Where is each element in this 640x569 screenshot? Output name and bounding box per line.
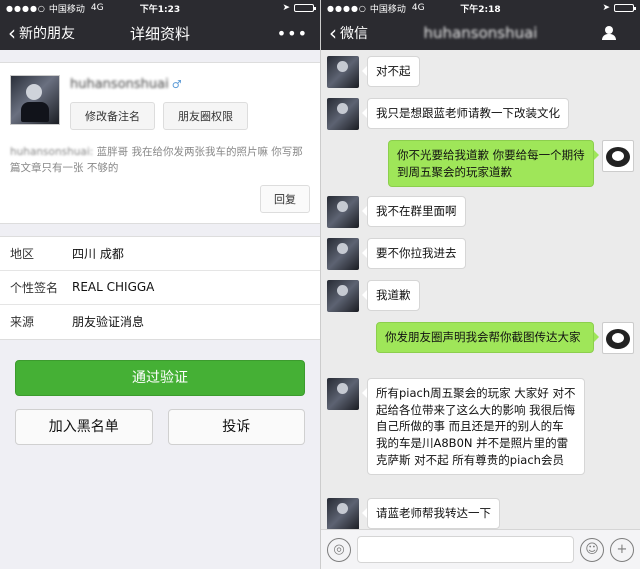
contact-avatar[interactable] bbox=[327, 196, 359, 228]
info-value: REAL CHIGGA bbox=[72, 280, 155, 295]
message-received: 对不起 bbox=[327, 56, 420, 88]
chevron-left-icon: ‹ bbox=[8, 21, 16, 45]
contact-avatar[interactable] bbox=[327, 280, 359, 312]
message-received: 我道歉 bbox=[327, 280, 420, 312]
status-right: ➤ bbox=[602, 3, 636, 13]
message-received: 我只是想跟蓝老师请教一下改装文化 bbox=[327, 98, 569, 130]
message-bubble[interactable]: 你发朋友圈声明我会帮你截图传达大家 bbox=[376, 322, 599, 353]
contact-avatar[interactable] bbox=[327, 56, 359, 88]
info-row-signature: 个性签名 REAL CHIGGA bbox=[0, 271, 320, 305]
input-bar: ◎ ☺ + bbox=[321, 529, 640, 569]
reply-wrap: 回复 bbox=[10, 184, 310, 213]
message-received: 我不在群里面啊 bbox=[327, 196, 466, 228]
back-button[interactable]: ‹ 微信 bbox=[321, 23, 368, 43]
blacklist-button[interactable]: 加入黑名单 bbox=[15, 408, 153, 445]
report-button[interactable]: 投诉 bbox=[167, 408, 305, 445]
more-options-icon[interactable]: ••• bbox=[277, 24, 320, 43]
message-bubble[interactable]: 所有piach周五聚会的玩家 大家好 对不起给各位带来了这么大的影响 我很后悔自… bbox=[362, 378, 585, 476]
avatar[interactable] bbox=[10, 75, 60, 125]
back-label: 微信 bbox=[340, 26, 368, 42]
message-bubble[interactable]: 你不光要给我道歉 你要给每一个期待到周五聚会的玩家道歉 bbox=[388, 140, 599, 188]
profile-screen: ●●●●○ 中国移动 4G 下午1:23 ➤ ‹ 新的朋友 详细资料 ••• h bbox=[0, 0, 320, 569]
message-received: 所有piach周五聚会的玩家 大家好 对不起给各位带来了这么大的影响 我很后悔自… bbox=[327, 378, 627, 476]
contact-avatar[interactable] bbox=[327, 378, 359, 410]
my-avatar[interactable] bbox=[602, 140, 634, 172]
back-button[interactable]: ‹ 新的朋友 bbox=[0, 23, 75, 43]
secondary-actions: 加入黑名单 投诉 bbox=[15, 408, 305, 445]
info-label: 个性签名 bbox=[10, 280, 59, 295]
nickname: huhansonshuai bbox=[70, 77, 169, 92]
message-received: 要不你拉我进去 bbox=[327, 238, 466, 270]
edit-remark-button[interactable]: 修改备注名 bbox=[70, 102, 155, 130]
back-label: 新的朋友 bbox=[19, 26, 75, 42]
profile-info: huhansonshuai ♂ 修改备注名 朋友圈权限 bbox=[70, 75, 310, 130]
male-icon: ♂ bbox=[171, 78, 182, 91]
info-list: 地区 四川 成都 个性签名 REAL CHIGGA 来源 朋友验证消息 bbox=[0, 235, 320, 340]
info-row-region: 地区 四川 成都 bbox=[0, 237, 320, 271]
message-bubble[interactable]: 我道歉 bbox=[362, 280, 420, 311]
info-label: 来源 bbox=[10, 315, 35, 330]
info-label: 地区 bbox=[10, 246, 35, 261]
nav-bar: ‹ 新的朋友 详细资料 ••• bbox=[0, 16, 320, 50]
more-options[interactable] bbox=[602, 26, 640, 40]
message-sender: huhansonshuai: bbox=[10, 146, 94, 158]
voice-icon[interactable]: ◎ bbox=[327, 537, 351, 562]
emoji-icon[interactable]: ☺ bbox=[580, 537, 604, 562]
profile-header: huhansonshuai ♂ 修改备注名 朋友圈权限 bbox=[10, 75, 310, 130]
message-input[interactable] bbox=[357, 536, 574, 563]
chevron-left-icon: ‹ bbox=[329, 21, 337, 45]
chat-area[interactable]: 对不起 我只是想跟蓝老师请教一下改装文化 你不光要给我道歉 你要给每一个期待到周… bbox=[321, 50, 640, 529]
message-sent: 你不光要给我道歉 你要给每一个期待到周五聚会的玩家道歉 bbox=[334, 140, 634, 188]
clock: 下午1:23 bbox=[139, 4, 181, 15]
message-bubble[interactable]: 对不起 bbox=[362, 56, 420, 87]
verification-message: huhansonshuai: 蓝胖哥 我在给你发两张我车的照片嘛 你写那篇文章只… bbox=[10, 144, 310, 177]
battery-icon bbox=[294, 4, 316, 12]
contact-avatar[interactable] bbox=[327, 98, 359, 130]
info-value: 四川 成都 bbox=[72, 246, 124, 261]
profile-buttons: 修改备注名 朋友圈权限 bbox=[70, 102, 310, 130]
accept-verification-button[interactable]: 通过验证 bbox=[15, 359, 305, 396]
message-sent: 你发朋友圈声明我会帮你截图传达大家 bbox=[334, 322, 634, 354]
chat-screen: ●●●●○ 中国移动 4G 下午2:18 ➤ ‹ 微信 huhansonshua… bbox=[320, 0, 640, 569]
my-avatar[interactable] bbox=[602, 322, 634, 354]
clock: 下午2:18 bbox=[460, 4, 501, 15]
info-value: 朋友验证消息 bbox=[72, 315, 145, 330]
person-icon bbox=[602, 26, 616, 40]
status-bar: ●●●●○ 中国移动 4G 下午1:23 ➤ bbox=[0, 0, 320, 16]
reply-button[interactable]: 回复 bbox=[260, 184, 310, 213]
message-bubble[interactable]: 我只是想跟蓝老师请教一下改装文化 bbox=[362, 98, 569, 129]
contact-avatar[interactable] bbox=[327, 498, 359, 529]
location-icon: ➤ bbox=[602, 3, 610, 13]
battery-icon bbox=[614, 4, 636, 12]
chat-title: huhansonshuai bbox=[423, 24, 538, 42]
message-bubble[interactable]: 我不在群里面啊 bbox=[362, 196, 466, 227]
message-bubble[interactable]: 请蓝老师帮我转达一下 bbox=[362, 498, 500, 529]
contact-avatar[interactable] bbox=[327, 238, 359, 270]
info-row-source: 来源 朋友验证消息 bbox=[0, 305, 320, 339]
location-icon: ➤ bbox=[282, 3, 290, 13]
nickname-row: huhansonshuai ♂ bbox=[70, 77, 310, 92]
message-bubble[interactable]: 要不你拉我进去 bbox=[362, 238, 466, 269]
nav-bar: ‹ 微信 huhansonshuai bbox=[321, 16, 640, 50]
screens: ●●●●○ 中国移动 4G 下午1:23 ➤ ‹ 新的朋友 详细资料 ••• h bbox=[0, 0, 640, 569]
status-right: ➤ bbox=[282, 3, 316, 13]
message-received: 请蓝老师帮我转达一下 bbox=[327, 498, 500, 529]
profile-card: huhansonshuai ♂ 修改备注名 朋友圈权限 huhansonshua… bbox=[0, 62, 320, 224]
moments-permission-button[interactable]: 朋友圈权限 bbox=[163, 102, 248, 130]
status-bar: ●●●●○ 中国移动 4G 下午2:18 ➤ bbox=[321, 0, 640, 16]
plus-icon[interactable]: + bbox=[610, 537, 634, 562]
